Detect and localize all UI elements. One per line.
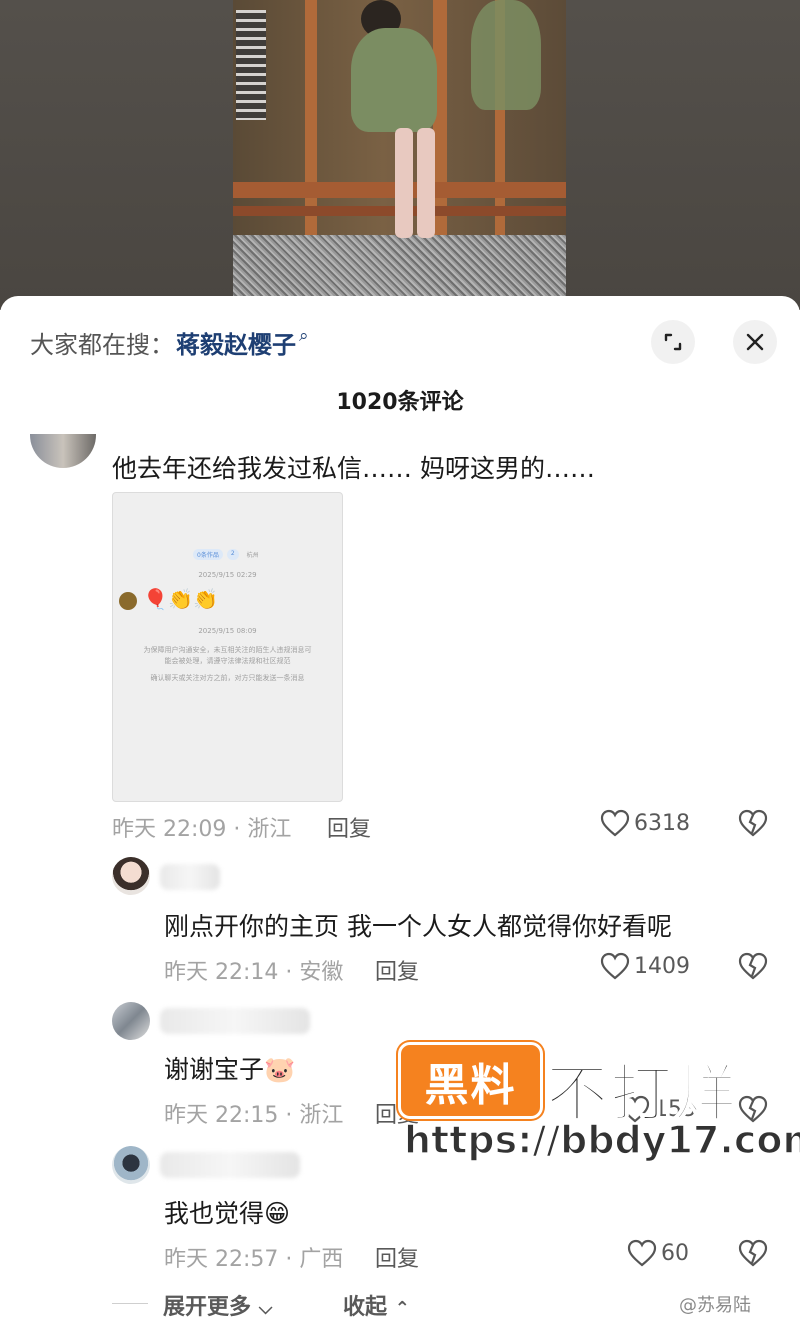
heart-icon <box>600 809 630 837</box>
heart-icon <box>627 1239 657 1267</box>
expand-more-button[interactable]: 展开更多 ⌵ <box>163 1289 272 1321</box>
attached-image[interactable]: 0条作品 2 杭州 2025/9/15 02:29 🎈👏👏 2025/9/15 … <box>112 492 343 802</box>
watermark-logo: 黑料 <box>398 1042 543 1119</box>
chevron-up-icon: ⌃ <box>394 1298 410 1319</box>
comment-meta: 昨天 22:14 · 安徽 <box>164 960 344 985</box>
trending-search-term[interactable]: 蒋毅赵樱子 <box>176 325 296 360</box>
message-emoji: 🎈👏👏 <box>119 587 218 611</box>
emoji-text: 🎈👏👏 <box>143 587 219 611</box>
message-limit-notice: 确认聊天或关注对方之前，对方只能发送一条消息 <box>150 674 305 682</box>
broken-heart-icon <box>738 952 768 980</box>
chevron-down-icon: ⌵ <box>258 1298 273 1319</box>
like-button[interactable]: 1409 <box>600 952 690 980</box>
comment-meta: 昨天 22:09 · 浙江 <box>112 817 292 842</box>
collapse-button[interactable]: 收起 ⌃ <box>343 1289 410 1321</box>
privacy-notice: 为保障用户沟通安全，未互相关注的陌生人违规消息可能会被处理，请遵守法律法规和社区… <box>143 646 312 665</box>
dislike-button[interactable] <box>738 1239 768 1271</box>
reply-button[interactable]: 回复 <box>327 811 371 843</box>
avatar[interactable] <box>30 434 96 468</box>
comment-text: 我也觉得😁 <box>164 1199 291 1228</box>
badge: 杭州 <box>246 552 259 559</box>
expand-button[interactable] <box>651 320 695 364</box>
avatar[interactable] <box>112 1002 150 1040</box>
username-blurred[interactable] <box>160 1008 310 1034</box>
comment-text: 他去年还给我发过私信…… 妈呀这男的…… <box>112 454 595 483</box>
comment-meta: 昨天 22:57 · 广西 <box>164 1247 344 1272</box>
divider <box>112 1303 148 1304</box>
comment-count: 1020条评论 <box>336 390 464 415</box>
watermark-url: https://bbdy17.com <box>403 1117 800 1163</box>
profile-badges: 0条作品 2 杭州 <box>193 549 263 560</box>
reflection-figure <box>471 0 541 110</box>
dislike-button[interactable] <box>738 952 768 984</box>
avatar[interactable] <box>112 1146 150 1184</box>
like-count: 60 <box>661 1240 689 1266</box>
trending-search[interactable]: 大家都在搜： 蒋毅赵樱子 ⌕ <box>30 324 309 360</box>
expand-more-label: 展开更多 <box>163 1295 252 1320</box>
collapse-label: 收起 <box>343 1295 388 1320</box>
floor <box>233 235 566 297</box>
watermark-logo-text: 黑料 <box>424 1059 517 1111</box>
like-button[interactable]: 60 <box>627 1239 689 1267</box>
like-button[interactable]: 6318 <box>600 809 690 837</box>
avatar[interactable] <box>112 857 150 895</box>
badge: 2 <box>226 549 239 560</box>
close-button[interactable] <box>733 320 777 364</box>
comment-text: 刚点开你的主页 我一个人女人都觉得你好看呢 <box>164 912 672 941</box>
reply-button[interactable]: 回复 <box>375 954 419 986</box>
message-timestamp: 2025/9/15 08:09 <box>198 627 257 635</box>
close-icon <box>746 333 764 351</box>
person-leg <box>417 128 435 238</box>
like-count: 6318 <box>634 810 690 836</box>
person-jacket <box>351 28 437 132</box>
dislike-button[interactable] <box>738 809 768 841</box>
sender-avatar <box>119 591 137 610</box>
username-blurred[interactable] <box>160 1152 300 1178</box>
comment-sheet: 大家都在搜： 蒋毅赵樱子 ⌕ 1020条评论 他去年还给我发过私信…… 妈呀这男… <box>0 296 800 1321</box>
person-leg <box>395 128 413 238</box>
trending-search-prefix: 大家都在搜： <box>30 330 174 359</box>
badge: 0条作品 <box>193 549 223 560</box>
message-timestamp: 2025/9/15 02:29 <box>198 571 257 579</box>
like-count: 1409 <box>634 953 690 979</box>
broken-heart-icon <box>738 1239 768 1267</box>
comment-meta: 昨天 22:15 · 浙江 <box>164 1103 344 1128</box>
expand-icon <box>664 333 682 351</box>
username-blurred[interactable] <box>160 864 220 890</box>
comment-text: 谢谢宝子🐷 <box>164 1055 296 1084</box>
heart-icon <box>600 952 630 980</box>
broken-heart-icon <box>738 809 768 837</box>
reply-button[interactable]: 回复 <box>375 1241 419 1273</box>
video-frame <box>233 0 566 297</box>
elevator-panel <box>236 10 266 120</box>
weibo-credit: @苏易陆 <box>679 1295 751 1316</box>
search-icon: ⌕ <box>299 326 309 346</box>
video-player[interactable] <box>0 0 800 310</box>
